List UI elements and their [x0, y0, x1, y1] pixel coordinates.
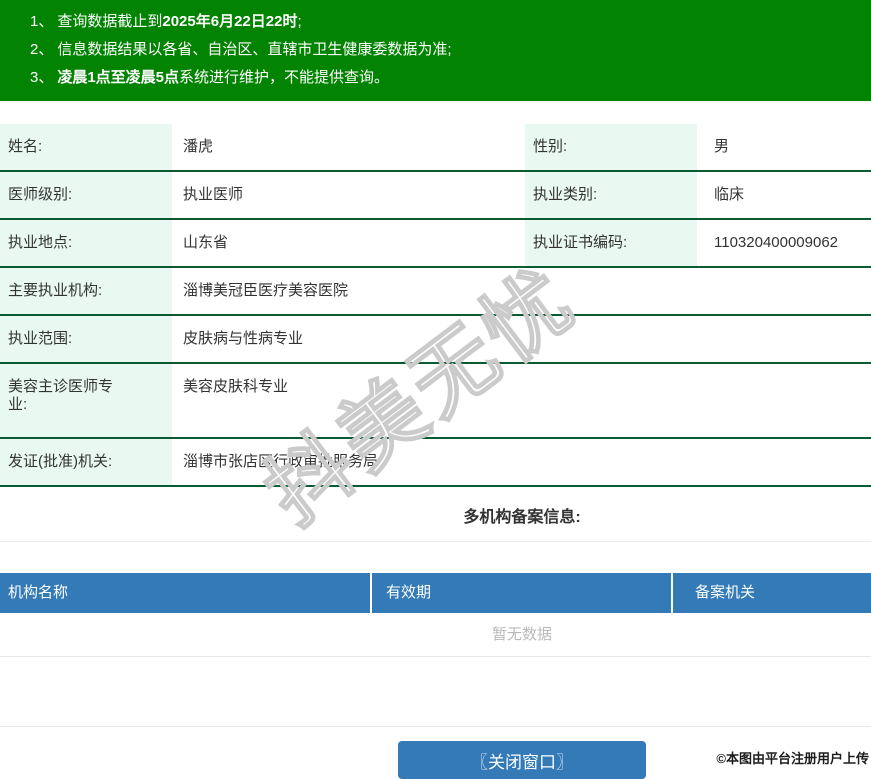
field-label-main-institution: 主要执业机构:	[0, 268, 172, 314]
notice-line-2: 2、 信息数据结果以各省、自治区、直辖市卫生健康委数据为准;	[30, 36, 871, 64]
table-row-main-institution: 主要执业机构: 淄博美冠臣医疗美容医院	[0, 268, 871, 316]
field-value-gender: 男	[714, 138, 730, 155]
table-row-issuing-authority: 发证(批准)机关: 淄博市张店区行政审批服务局	[0, 439, 871, 487]
notice-text: 系统进行维护，不能提供查询。	[179, 69, 390, 86]
registry-table-header: 机构名称 有效期 备案机关	[0, 573, 871, 613]
notice-bold-text: 2025年6月22日22时	[162, 13, 298, 30]
practitioner-info-table: 姓名: 潘虎 性别: 男 医师级别: 执业医师 执业类别: 临床 执业地点: 山…	[0, 124, 871, 487]
field-label-practice-category: 执业类别:	[525, 172, 697, 218]
notice-text: 信息数据结果以各省、自治区、直辖市卫生健康委数据为准;	[57, 41, 452, 58]
notice-bold-text: 凌晨1点至凌晨5点	[57, 69, 180, 86]
field-label-doctor-level: 医师级别:	[0, 172, 172, 218]
notice-banner: 1、 查询数据截止到2025年6月22日22时; 2、 信息数据结果以各省、自治区、…	[0, 0, 871, 101]
field-value-cosmetic-specialty: 美容皮肤科专业	[183, 378, 289, 395]
field-label-practice-scope: 执业范围:	[0, 316, 172, 362]
field-value-practice-location: 山东省	[183, 234, 229, 251]
notice-line-3: 3、 凌晨1点至凌晨5点系统进行维护，不能提供查询。	[30, 64, 871, 92]
column-header-institution-name: 机构名称	[0, 573, 372, 613]
field-value-practice-category: 临床	[714, 186, 745, 203]
table-row-location-certno: 执业地点: 山东省 执业证书编码: 110320400009062	[0, 220, 871, 268]
field-label-gender: 性别:	[525, 124, 697, 170]
notice-line-1: 1、 查询数据截止到2025年6月22日22时;	[30, 8, 871, 36]
registry-table: 机构名称 有效期 备案机关 暂无数据	[0, 573, 871, 657]
table-row-name-gender: 姓名: 潘虎 性别: 男	[0, 124, 871, 172]
table-row-practice-scope: 执业范围: 皮肤病与性病专业	[0, 316, 871, 364]
field-value-main-institution: 淄博美冠臣医疗美容医院	[183, 282, 349, 299]
table-row-cosmetic-specialty: 美容主诊医师专业: 美容皮肤科专业	[0, 364, 871, 439]
field-label-issuing-authority: 发证(批准)机关:	[0, 439, 172, 485]
notice-number: 3、	[30, 69, 54, 86]
empty-data-placeholder: 暂无数据	[0, 613, 871, 657]
field-label-practice-location: 执业地点:	[0, 220, 172, 266]
field-label-certificate-number: 执业证书编码:	[525, 220, 697, 266]
field-value-doctor-level: 执业医师	[183, 186, 244, 203]
field-label-cosmetic-specialty: 美容主诊医师专业:	[0, 364, 172, 437]
field-value-certificate-number: 110320400009062	[714, 234, 839, 251]
field-value-issuing-authority: 淄博市张店区行政审批服务局	[183, 453, 379, 470]
close-window-button[interactable]: 〖关闭窗口〗	[398, 741, 646, 779]
upload-credit-watermark: ©本图由平台注册用户上传	[716, 751, 869, 766]
field-value-name: 潘虎	[183, 138, 214, 155]
notice-number: 2、	[30, 41, 54, 58]
table-row-level-category: 医师级别: 执业医师 执业类别: 临床	[0, 172, 871, 220]
column-header-validity-period: 有效期	[372, 573, 673, 613]
notice-text: 查询数据截止到	[57, 13, 163, 30]
notice-text: ;	[297, 13, 302, 30]
multi-institution-section-title: 多机构备案信息:	[0, 487, 871, 542]
query-result-page: 1、 查询数据截止到2025年6月22日22时; 2、 信息数据结果以各省、自治区、…	[0, 0, 871, 779]
field-value-practice-scope: 皮肤病与性病专业	[183, 330, 304, 347]
notice-number: 1、	[30, 13, 54, 30]
field-label-name: 姓名:	[0, 124, 172, 170]
column-header-filing-authority: 备案机关	[695, 584, 756, 601]
